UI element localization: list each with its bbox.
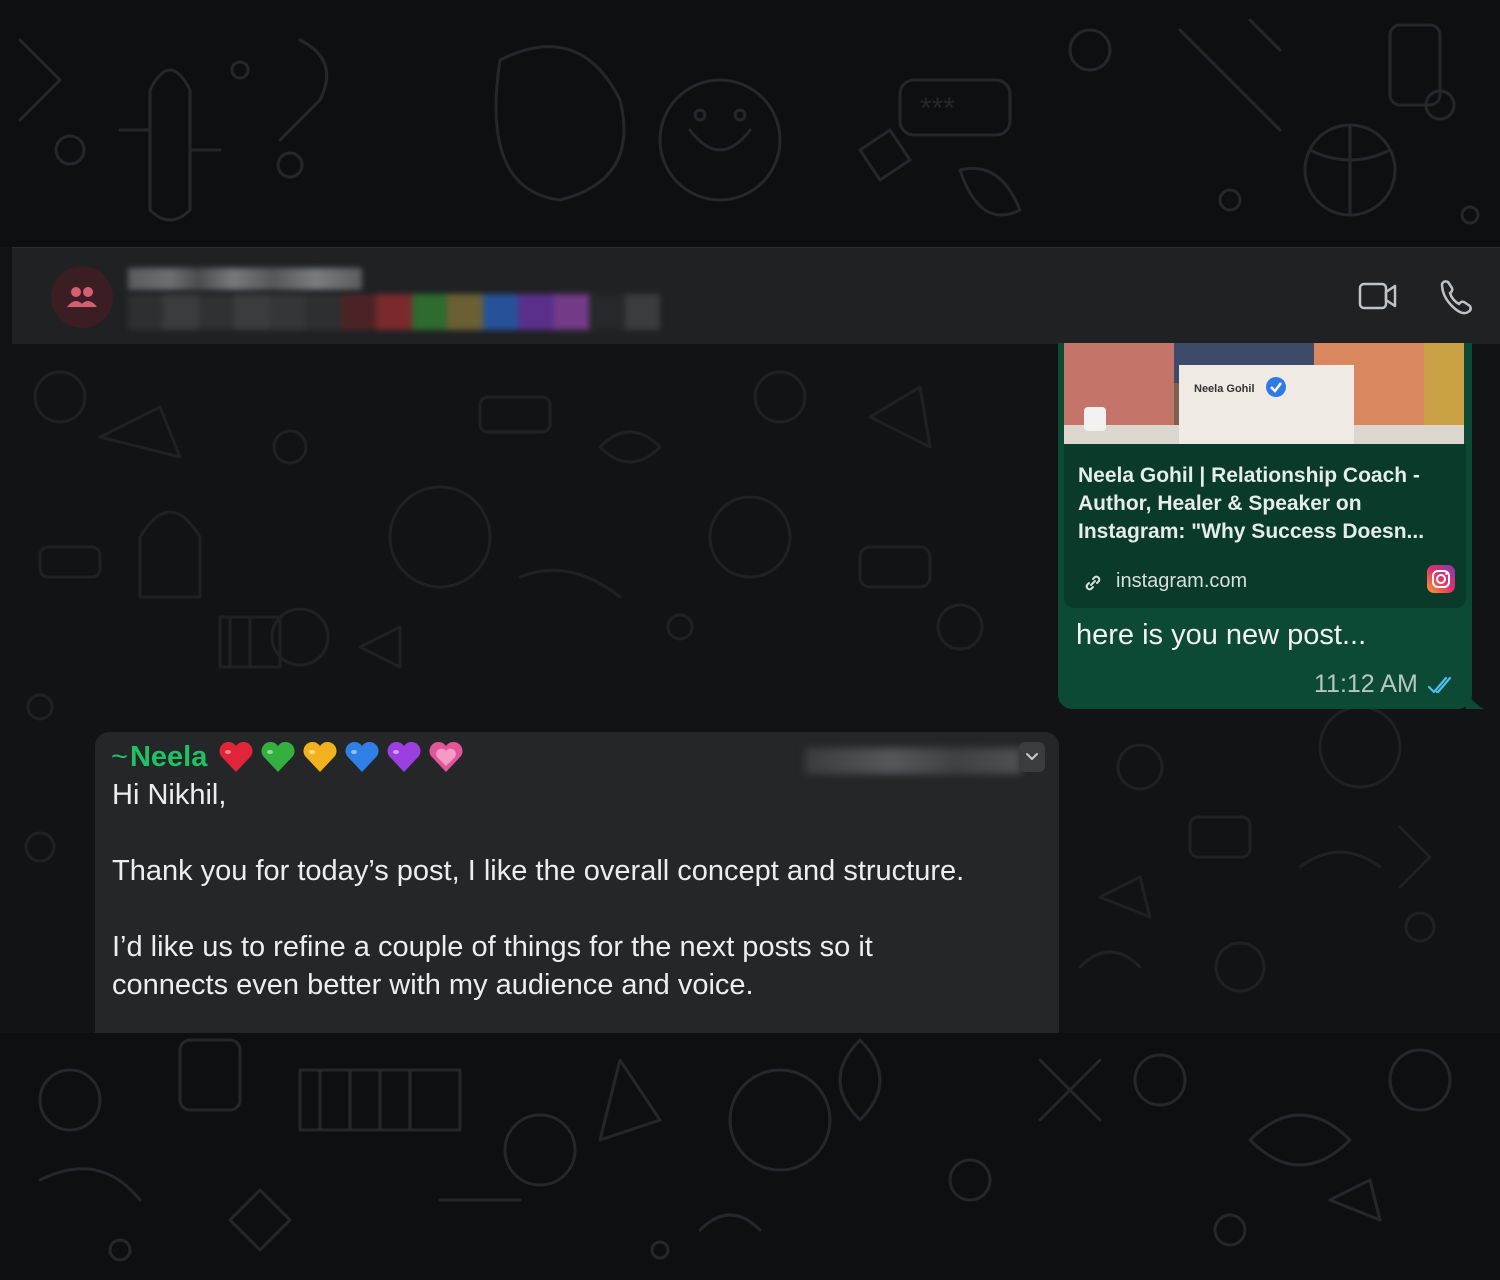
sender-heart-emojis: [217, 740, 465, 774]
chevron-down-icon: [1026, 753, 1038, 761]
outgoing-message[interactable]: Neela Gohil Neela Gohil | Relationship C…: [1058, 343, 1472, 709]
svg-text:***: ***: [920, 92, 955, 125]
outgoing-message-text: here is you new post...: [1076, 619, 1367, 651]
link-icon: [1085, 575, 1101, 591]
paragraph-2-line-2: connects even better with my audience an…: [112, 969, 754, 1001]
sender-phone-redacted: [805, 748, 1021, 774]
phone-icon[interactable]: [1436, 274, 1472, 318]
chat-window: Neela Gohil Neela Gohil | Relationship C…: [0, 247, 1500, 1033]
greeting-line: Hi Nikhil,: [112, 779, 227, 811]
preview-photo: [1064, 343, 1464, 444]
group-icon: [67, 287, 97, 307]
preview-photo-caption: Neela Gohil: [1194, 383, 1255, 395]
incoming-message[interactable]: ~ Neela Hi Nikhil, Thank you for today’s…: [95, 732, 1059, 1033]
link-preview-image[interactable]: Neela Gohil: [1064, 343, 1464, 444]
sender-name[interactable]: ~ Neela: [111, 740, 465, 774]
incoming-message-text: Hi Nikhil, Thank you for today’s post, I…: [112, 776, 1052, 1004]
message-menu-button[interactable]: [1019, 742, 1045, 772]
outgoing-message-time: 11:12 AM: [1314, 670, 1456, 699]
yellow-heart-icon: [303, 741, 337, 772]
group-avatar[interactable]: [51, 266, 113, 328]
link-preview-domain: instagram.com: [1116, 570, 1248, 592]
link-preview-title: Neela Gohil | Relationship Coach - Autho…: [1078, 464, 1425, 543]
green-heart-icon: [261, 741, 295, 772]
message-timestamp: 11:12 AM: [1314, 670, 1418, 698]
red-heart-icon: [219, 741, 253, 772]
instagram-icon: [1427, 565, 1455, 593]
link-preview-card[interactable]: Neela Gohil | Relationship Coach - Autho…: [1064, 444, 1466, 608]
blue-heart-icon: [345, 741, 379, 772]
paragraph-1: Thank you for today’s post, I like the o…: [112, 855, 965, 887]
video-camera-icon[interactable]: [1358, 274, 1398, 318]
purple-heart-icon: [387, 741, 421, 772]
double-check-icon: [1427, 676, 1451, 693]
chat-subtitle-redacted: [128, 294, 661, 330]
chat-header: [12, 247, 1500, 344]
bubble-tail: [1466, 697, 1484, 709]
sender-name-text: Neela: [129, 740, 208, 773]
pink-heart-icon: [429, 741, 463, 772]
message-list: Neela Gohil Neela Gohil | Relationship C…: [0, 343, 1500, 1033]
paragraph-2-line-1: I’d like us to refine a couple of things…: [112, 931, 873, 963]
chat-title-redacted[interactable]: [128, 268, 362, 290]
